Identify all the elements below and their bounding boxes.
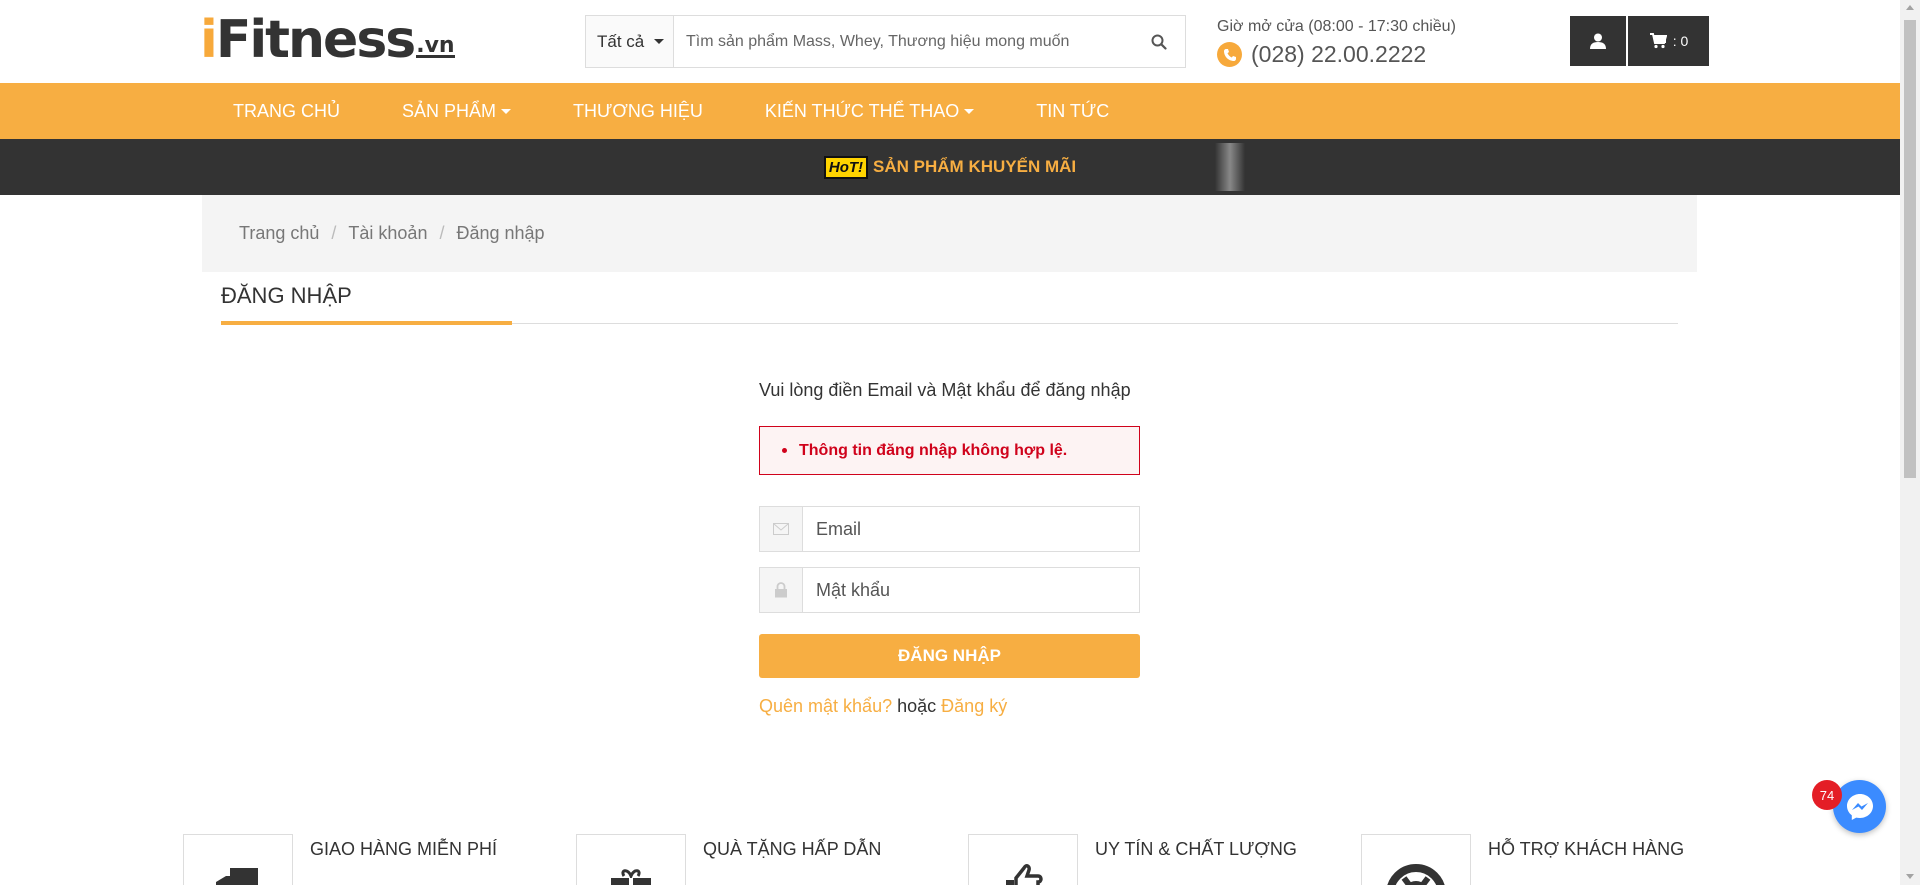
feature-label: GIAO HÀNG MIỄN PHÍ: [310, 839, 498, 859]
cart-button[interactable]: : 0: [1628, 16, 1709, 66]
register-link[interactable]: Đăng ký: [941, 696, 1007, 716]
site-logo[interactable]: i Fitness .vn: [200, 10, 455, 70]
breadcrumb: Trang chủ / Tài khoản / Đăng nhập: [202, 195, 1697, 272]
truck-icon: [216, 868, 258, 885]
caret-down-icon: [964, 108, 975, 114]
page-title: ĐĂNG NHẬP: [221, 283, 352, 308]
thumbs-up-icon: [1006, 864, 1043, 885]
search-icon: [1151, 34, 1167, 50]
forgot-password-link[interactable]: Quên mật khẩu?: [759, 696, 892, 716]
opening-hours: Giờ mở cửa (08:00 - 17:30 chiều): [1217, 18, 1456, 35]
contact-info: Giờ mở cửa (08:00 - 17:30 chiều) (028) 2…: [1217, 18, 1456, 68]
auth-links: Quên mật khẩu? hoặc Đăng ký: [759, 696, 1140, 717]
nav-item-home[interactable]: TRANG CHỦ: [233, 101, 340, 122]
feature-icon-box: [1361, 834, 1471, 885]
email-field-group: [759, 506, 1140, 552]
email-field[interactable]: [803, 507, 1139, 551]
nav-item-label: TIN TỨC: [1036, 100, 1110, 121]
search-button[interactable]: [1133, 16, 1185, 67]
scroll-up-icon[interactable]: [1906, 5, 1914, 10]
hot-badge: HoT!: [823, 155, 869, 179]
breadcrumb-current: Đăng nhập: [456, 223, 545, 243]
feature-gifts: QUÀ TẶNG HẤP DẪN: [576, 834, 881, 885]
nav-item-knowledge[interactable]: KIẾN THỨC THỂ THAO: [764, 100, 975, 122]
messenger-icon: [1846, 793, 1873, 820]
user-icon: [1590, 33, 1606, 49]
main-nav: TRANG CHỦ SẢN PHẨM THƯƠNG HIỆU KIẾN THỨC…: [0, 83, 1900, 139]
feature-icon-box: [968, 834, 1078, 885]
breadcrumb-separator: /: [439, 223, 445, 243]
lifebuoy-icon: [1387, 864, 1445, 885]
breadcrumb-home[interactable]: Trang chủ: [239, 223, 319, 244]
bullet-icon: [782, 448, 787, 453]
messenger-chat-button[interactable]: [1833, 780, 1886, 833]
breadcrumb-account[interactable]: Tài khoản: [348, 223, 427, 244]
logo-suffix: .vn: [416, 33, 455, 58]
login-form: Vui lòng điền Email và Mật khẩu để đăng …: [759, 375, 1140, 717]
nav-item-products[interactable]: SẢN PHẨM: [402, 100, 512, 122]
messenger-badge: 74: [1812, 780, 1842, 810]
login-button[interactable]: ĐĂNG NHẬP: [759, 634, 1140, 678]
cart-count: : 0: [1672, 33, 1689, 49]
account-button[interactable]: [1570, 16, 1626, 66]
phone-icon: [1217, 42, 1242, 67]
lock-icon: [760, 568, 803, 612]
nav-item-label: THƯƠNG HIỆU: [573, 100, 703, 121]
caret-down-icon: [501, 108, 512, 114]
phone-number: (028) 22.00.2222: [1251, 41, 1427, 67]
logo-prefix: i: [200, 10, 218, 70]
or-text: hoặc: [897, 696, 937, 716]
feature-label: UY TÍN & CHẤT LƯỢNG: [1095, 839, 1297, 859]
page-scrollbar[interactable]: [1900, 0, 1920, 885]
feature-quality: UY TÍN & CHẤT LƯỢNG: [968, 834, 1297, 885]
search-category-select[interactable]: Tất cả: [586, 16, 674, 67]
gift-icon: [611, 869, 651, 885]
password-field-group: [759, 567, 1140, 613]
promo-link[interactable]: SẢN PHẨM KHUYẾN MÃI: [873, 157, 1076, 177]
login-intro: Vui lòng điền Email và Mật khẩu để đăng …: [759, 380, 1131, 400]
nav-item-news[interactable]: TIN TỨC: [1036, 101, 1109, 122]
search-bar: Tất cả: [585, 15, 1186, 68]
nav-item-label: TRANG CHỦ: [233, 100, 340, 121]
feature-icon-box: [183, 834, 293, 885]
site-header: iFitness.vn Tất cả Giờ mở cửa (08:00 - 1…: [0, 0, 1900, 83]
nav-item-brands[interactable]: THƯƠNG HIỆU: [573, 101, 703, 122]
phone-row[interactable]: (028) 22.00.2222: [1217, 41, 1456, 68]
error-alert: Thông tin đăng nhập không hợp lệ.: [759, 426, 1140, 475]
feature-free-shipping: GIAO HÀNG MIỄN PHÍ: [183, 834, 497, 885]
feature-label: QUÀ TẶNG HẤP DẪN: [703, 839, 882, 859]
feature-label: HỖ TRỢ KHÁCH HÀNG: [1488, 839, 1685, 859]
shine-effect: [1215, 143, 1245, 191]
promo-bar[interactable]: HoT! SẢN PHẨM KHUYẾN MÃI: [0, 139, 1900, 195]
breadcrumb-separator: /: [331, 223, 337, 243]
feature-support: HỖ TRỢ KHÁCH HÀNG: [1361, 834, 1684, 885]
cart-icon: [1649, 33, 1667, 49]
search-input[interactable]: [674, 16, 1133, 67]
search-category-value: Tất cả: [597, 31, 645, 51]
nav-item-label: SẢN PHẨM: [402, 100, 497, 121]
feature-icon-box: [576, 834, 686, 885]
logo-brand: Fitness: [215, 10, 416, 70]
error-message: Thông tin đăng nhập không hợp lệ.: [799, 441, 1068, 459]
caret-down-icon: [654, 39, 665, 44]
password-field[interactable]: [803, 568, 1139, 612]
envelope-icon: [760, 507, 803, 551]
nav-item-label: KIẾN THỨC THỂ THAO: [764, 100, 960, 121]
title-underline: [221, 321, 512, 325]
scroll-thumb[interactable]: [1904, 20, 1916, 478]
scroll-down-icon[interactable]: [1906, 874, 1914, 879]
